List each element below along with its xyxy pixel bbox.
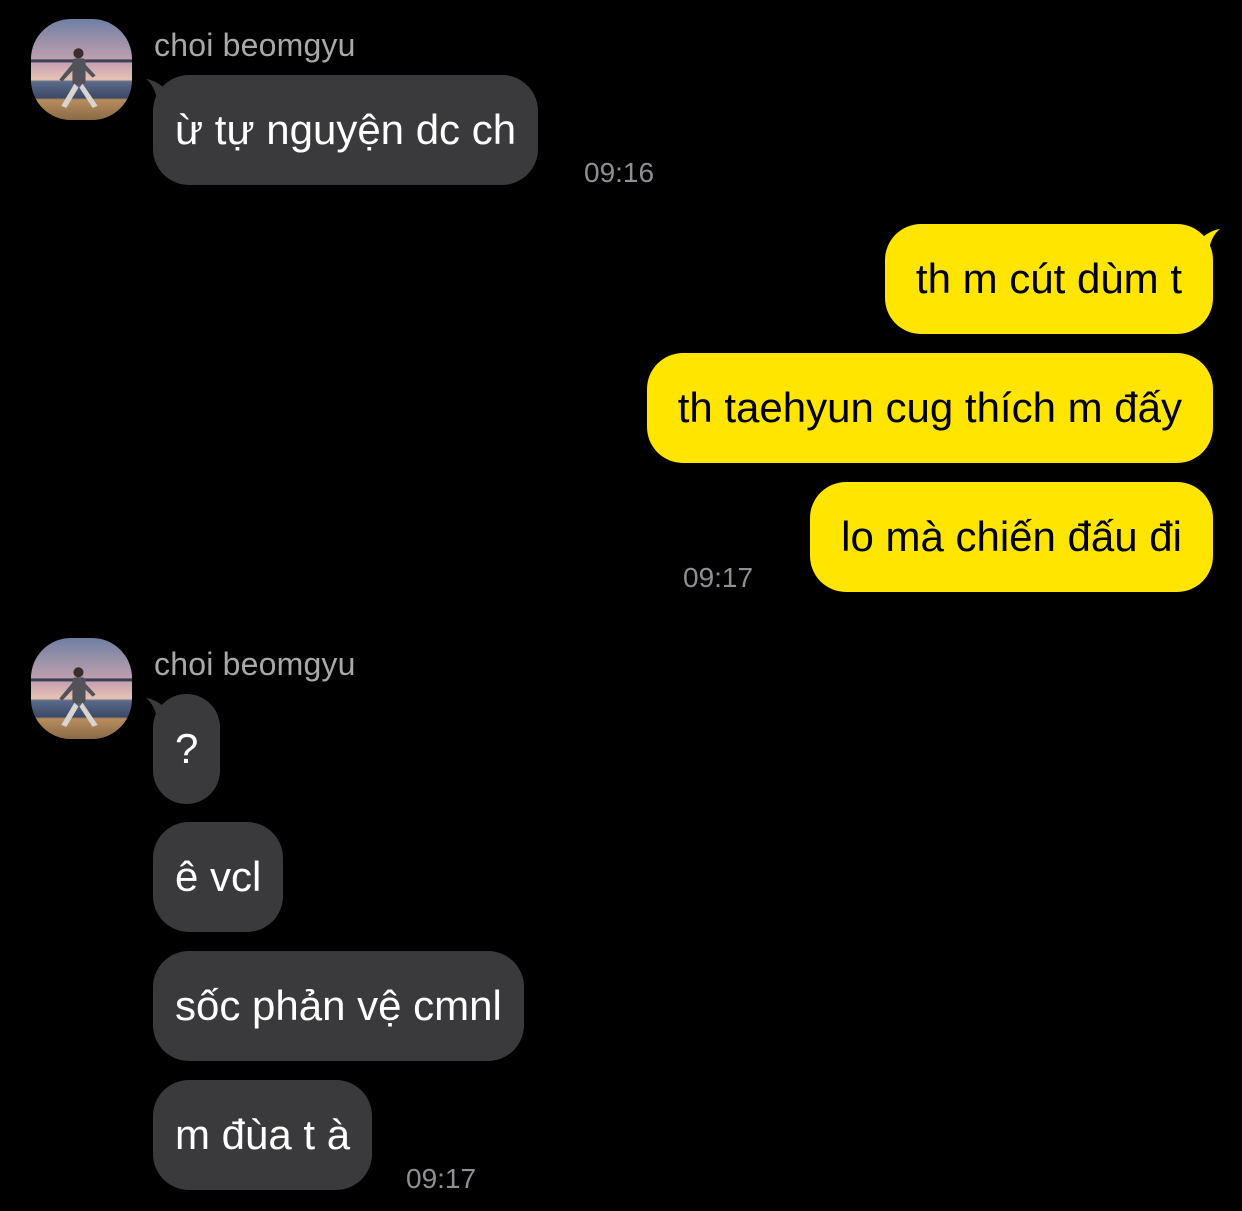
message-timestamp: 09:17 (683, 562, 754, 593)
profile-photo-icon (31, 638, 132, 739)
message-bubble[interactable]: ừ tự nguyện dc ch (153, 75, 539, 185)
message-bubble[interactable]: lo mà chiến đấu đi (810, 482, 1213, 592)
profile-photo-icon (31, 19, 132, 120)
message-bubble[interactable]: th m cút dùm t (884, 224, 1213, 334)
sender-name: choi beomgyu (154, 27, 356, 63)
avatar[interactable] (31, 638, 132, 739)
message-timestamp: 09:17 (406, 1163, 477, 1194)
message-bubble[interactable]: sốc phản vệ cmnl (153, 951, 524, 1061)
message-bubble[interactable]: ? (153, 694, 221, 804)
message-bubble[interactable]: ê vcl (153, 822, 284, 932)
message-timestamp: 09:16 (584, 157, 655, 188)
sender-name: choi beomgyu (154, 646, 356, 682)
message-bubble[interactable]: m đùa t à (153, 1080, 373, 1190)
avatar[interactable] (31, 19, 132, 120)
message-bubble[interactable]: th taehyun cug thích m đấy (646, 353, 1213, 463)
